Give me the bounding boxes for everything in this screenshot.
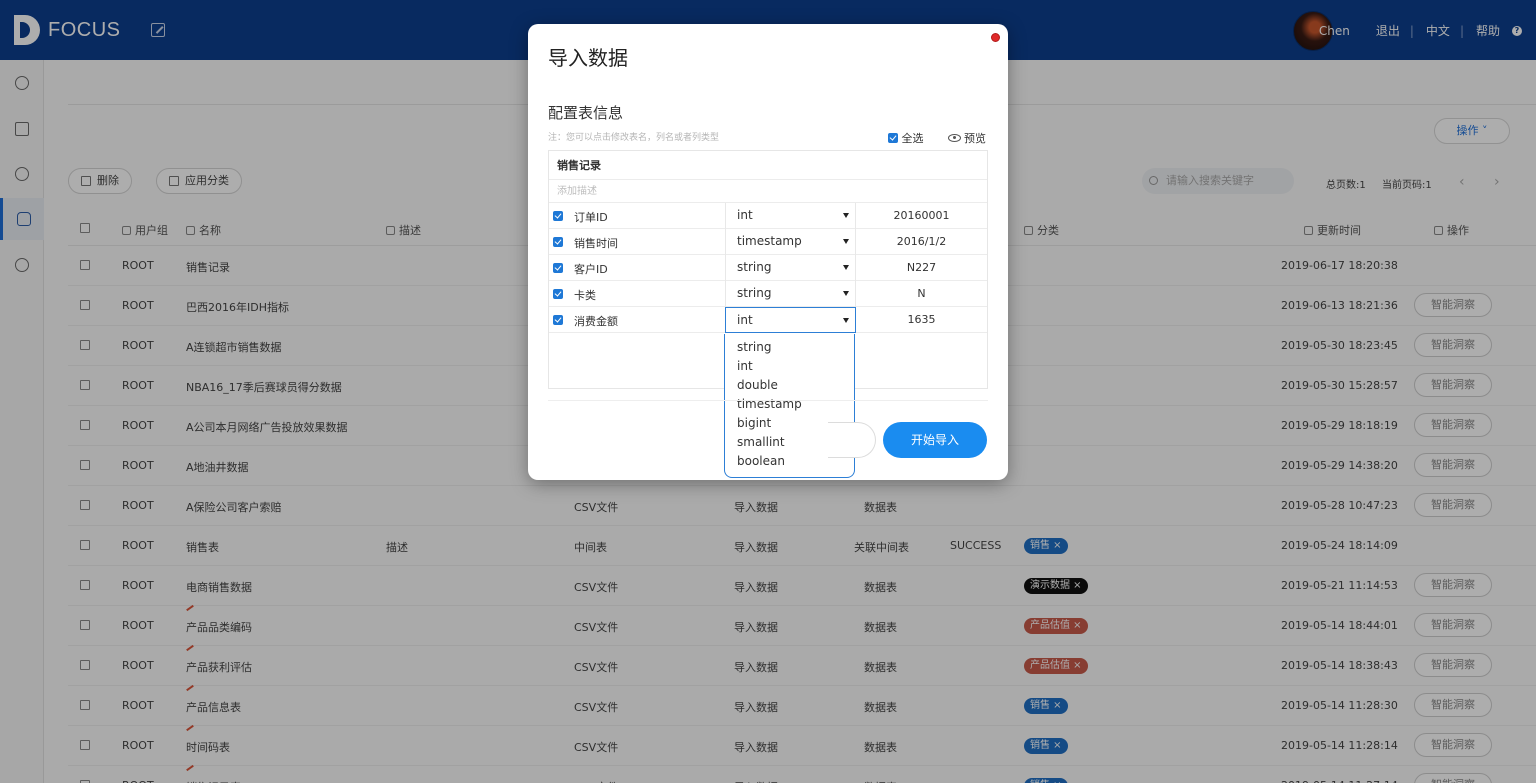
table-name-field[interactable]: 销售记录: [549, 151, 987, 180]
caret-down-icon: [843, 239, 849, 244]
select-all-label: 全选: [901, 132, 924, 145]
field-name[interactable]: 卡类: [574, 287, 596, 303]
field-sample-value: N227: [906, 261, 937, 274]
checkbox-checked-icon: [888, 133, 898, 143]
field-checkbox[interactable]: [553, 263, 563, 273]
field-type-select[interactable]: timestamp: [725, 229, 856, 255]
cancel-button[interactable]: [828, 422, 876, 458]
field-checkbox[interactable]: [553, 315, 563, 325]
preview-label: 预览: [964, 132, 986, 145]
field-name[interactable]: 订单ID: [574, 209, 608, 225]
divider: [548, 400, 988, 401]
field-type-value: int: [737, 313, 753, 327]
field-checkbox[interactable]: [553, 289, 563, 299]
select-all-toggle[interactable]: 全选: [888, 130, 924, 146]
close-icon[interactable]: [991, 33, 1000, 42]
field-checkbox[interactable]: [553, 237, 563, 247]
eye-icon: [948, 134, 961, 142]
field-name[interactable]: 销售时间: [574, 235, 618, 251]
start-import-button[interactable]: 开始导入: [883, 422, 987, 458]
field-type-value: string: [737, 286, 772, 300]
field-sample-value: 2016/1/2: [896, 235, 947, 248]
field-row: 销售时间 timestamp 2016/1/2: [549, 229, 987, 255]
section-title: 配置表信息: [548, 104, 624, 122]
caret-down-icon: [843, 265, 849, 270]
field-row: 消费金额 int 1635: [549, 307, 987, 333]
field-type-select[interactable]: string: [725, 281, 856, 307]
field-sample-value: 20160001: [893, 209, 950, 222]
field-name[interactable]: 客户ID: [574, 261, 608, 277]
type-option[interactable]: int: [725, 357, 854, 376]
preview-toggle[interactable]: 预览: [948, 130, 986, 146]
field-sample-value: N: [917, 287, 926, 300]
field-type-value: timestamp: [737, 234, 802, 248]
modal-title: 导入数据: [548, 46, 628, 70]
type-option[interactable]: double: [725, 376, 854, 395]
field-type-value: int: [737, 208, 753, 222]
field-checkbox[interactable]: [553, 211, 563, 221]
field-type-select[interactable]: int: [725, 307, 856, 333]
caret-down-icon: [843, 318, 849, 323]
field-type-select[interactable]: string: [725, 255, 856, 281]
field-row: 客户ID string N227: [549, 255, 987, 281]
field-row: 订单ID int 20160001: [549, 203, 987, 229]
import-data-modal: 导入数据 配置表信息 注：您可以点击修改表名，列名或者列类型 全选 预览 销售记…: [528, 24, 1008, 480]
field-type-select[interactable]: int: [725, 203, 856, 229]
type-option[interactable]: string: [725, 338, 854, 357]
caret-down-icon: [843, 213, 849, 218]
type-option[interactable]: timestamp: [725, 395, 854, 414]
modal-note: 注：您可以点击修改表名，列名或者列类型: [548, 133, 720, 143]
field-sample-value: 1635: [907, 313, 936, 326]
caret-down-icon: [843, 291, 849, 296]
field-name[interactable]: 消费金额: [574, 313, 618, 329]
field-type-value: string: [737, 260, 772, 274]
description-input[interactable]: 添加描述: [549, 180, 987, 203]
field-row: 卡类 string N: [549, 281, 987, 307]
